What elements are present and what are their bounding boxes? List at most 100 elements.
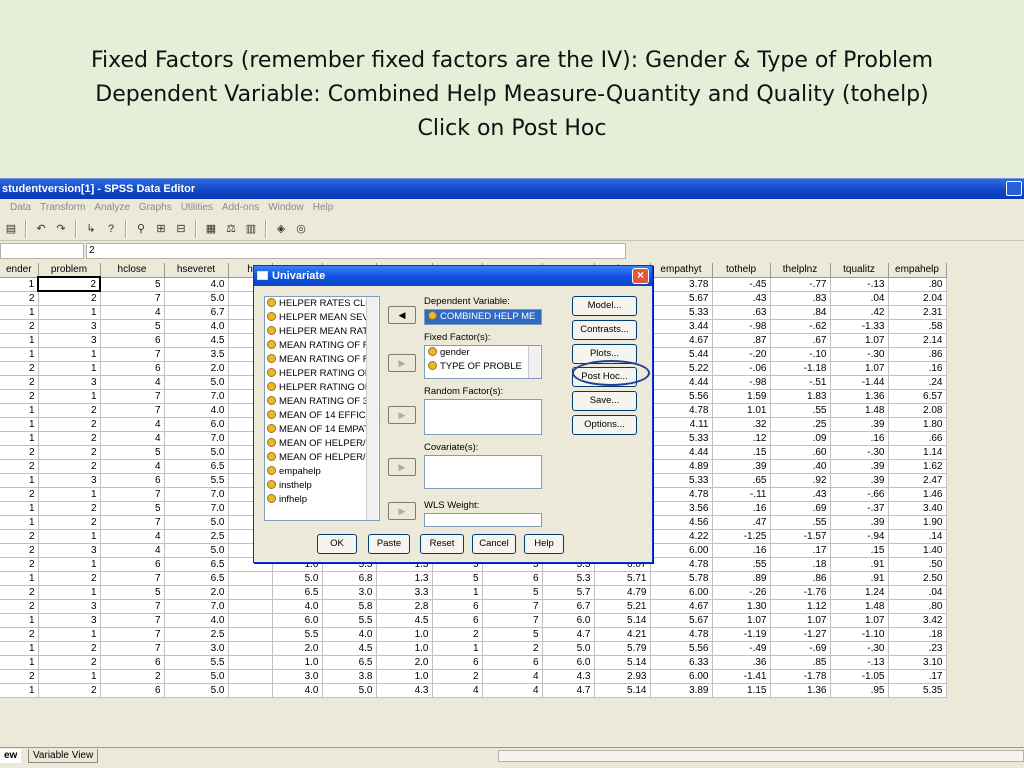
data-cell[interactable]: -.77 (770, 277, 831, 292)
data-cell[interactable]: 2.0 (164, 585, 229, 600)
data-cell[interactable]: -.30 (830, 347, 889, 362)
data-cell[interactable]: 6.7 (542, 599, 595, 614)
data-cell[interactable]: 4 (100, 543, 165, 558)
data-cell[interactable]: 1 (38, 389, 101, 404)
data-cell[interactable]: 5 (100, 585, 165, 600)
data-cell[interactable] (228, 571, 273, 586)
data-cell[interactable]: -.66 (830, 487, 889, 502)
data-cell[interactable]: 3.0 (322, 585, 377, 600)
data-cell[interactable]: 2 (100, 669, 165, 684)
data-cell[interactable]: 7.0 (164, 599, 229, 614)
data-cell[interactable]: 2.50 (888, 571, 947, 586)
find-icon[interactable]: ⚲ (132, 220, 150, 238)
data-cell[interactable] (228, 641, 273, 656)
fixed-factor-scrollbar[interactable] (528, 346, 540, 378)
data-cell[interactable]: 4.5 (376, 613, 433, 628)
move-to-fixed-button[interactable]: ▶ (388, 354, 416, 372)
data-cell[interactable]: 2.0 (272, 641, 323, 656)
data-cell[interactable]: -1.05 (830, 669, 889, 684)
data-cell[interactable]: .87 (712, 333, 771, 348)
data-cell[interactable]: .39 (830, 515, 889, 530)
column-header[interactable]: problem (38, 263, 101, 278)
data-cell[interactable]: .18 (770, 557, 831, 572)
data-cell[interactable]: 1.07 (770, 613, 831, 628)
data-cell[interactable]: 2 (432, 627, 483, 642)
data-cell[interactable]: .23 (888, 641, 947, 656)
data-cell[interactable]: 7 (482, 613, 543, 628)
column-header[interactable]: empahelp (888, 263, 947, 278)
data-cell[interactable]: -1.57 (770, 529, 831, 544)
data-cell[interactable]: 1.48 (830, 403, 889, 418)
data-cell[interactable]: 4.78 (650, 403, 713, 418)
fixed-factor-item[interactable]: gender (425, 346, 541, 360)
ok-button[interactable]: OK (317, 534, 357, 554)
data-cell[interactable]: .91 (830, 571, 889, 586)
data-cell[interactable]: 2 (0, 529, 39, 544)
data-cell[interactable]: .16 (712, 501, 771, 516)
tab-data-view[interactable]: ew (0, 749, 22, 763)
data-cell[interactable]: 2 (0, 585, 39, 600)
data-cell[interactable]: 4.67 (650, 599, 713, 614)
source-variable-item[interactable]: MEAN RATING OF FC (265, 339, 379, 353)
data-cell[interactable]: 5.0 (164, 683, 229, 698)
menu-item-analyze[interactable]: Analyze (94, 202, 130, 213)
tab-variable-view[interactable]: Variable View (28, 749, 99, 763)
variables-icon[interactable]: ? (102, 220, 120, 238)
data-cell[interactable]: 6.5 (272, 585, 323, 600)
data-cell[interactable]: -1.10 (830, 627, 889, 642)
data-cell[interactable]: .60 (770, 445, 831, 460)
data-cell[interactable]: 5.0 (164, 543, 229, 558)
data-cell[interactable]: -.26 (712, 585, 771, 600)
data-cell[interactable]: -1.33 (830, 319, 889, 334)
data-cell[interactable]: .24 (888, 375, 947, 390)
data-cell[interactable]: .39 (830, 459, 889, 474)
data-cell[interactable]: .40 (770, 459, 831, 474)
data-cell[interactable]: 3 (38, 543, 101, 558)
data-cell[interactable]: 5.0 (322, 683, 377, 698)
data-cell[interactable]: .32 (712, 417, 771, 432)
data-cell[interactable]: 4.0 (272, 599, 323, 614)
data-cell[interactable]: 3.0 (272, 669, 323, 684)
data-cell[interactable]: 3 (38, 333, 101, 348)
goto-chart-icon[interactable]: ↳ (82, 220, 100, 238)
data-cell[interactable]: 6 (482, 571, 543, 586)
menu-item-window[interactable]: Window (268, 202, 304, 213)
data-cell[interactable]: .36 (712, 655, 771, 670)
data-cell[interactable]: 3 (38, 473, 101, 488)
data-cell[interactable]: 6.00 (650, 585, 713, 600)
data-cell[interactable]: 4 (100, 417, 165, 432)
data-cell[interactable]: 1 (0, 571, 39, 586)
data-cell[interactable]: 4 (100, 431, 165, 446)
data-cell[interactable]: 4.67 (650, 333, 713, 348)
data-cell[interactable]: 6.57 (888, 389, 947, 404)
data-cell[interactable]: 2.0 (164, 361, 229, 376)
data-cell[interactable]: 1 (0, 655, 39, 670)
random-factor-box[interactable] (424, 399, 542, 435)
data-cell[interactable]: 6.33 (650, 655, 713, 670)
column-header[interactable]: hclose (100, 263, 165, 278)
data-cell[interactable]: 6.00 (650, 669, 713, 684)
data-cell[interactable]: 7 (100, 389, 165, 404)
data-cell[interactable]: -.51 (770, 375, 831, 390)
data-cell[interactable]: 7 (100, 487, 165, 502)
data-cell[interactable]: 1.07 (830, 613, 889, 628)
data-cell[interactable]: .83 (770, 291, 831, 306)
options-button[interactable]: Options... (572, 415, 637, 435)
covariate-box[interactable] (424, 455, 542, 489)
data-cell[interactable]: 5.0 (164, 669, 229, 684)
split-file-icon[interactable]: ▦ (202, 220, 220, 238)
data-cell[interactable]: 5 (100, 501, 165, 516)
column-header[interactable]: tothelp (712, 263, 771, 278)
data-cell[interactable]: .12 (712, 431, 771, 446)
data-cell[interactable]: 4.0 (322, 627, 377, 642)
data-cell[interactable]: 5.8 (322, 599, 377, 614)
column-header[interactable]: tqualitz (830, 263, 889, 278)
data-cell[interactable]: 3.5 (164, 347, 229, 362)
data-cell[interactable]: 1.07 (712, 613, 771, 628)
menu-item-data[interactable]: Data (10, 202, 31, 213)
data-cell[interactable]: 1.0 (376, 627, 433, 642)
data-cell[interactable]: 1.40 (888, 543, 947, 558)
data-cell[interactable] (228, 669, 273, 684)
source-variable-list[interactable]: HELPER RATES CLO HELPER MEAN SEVE HELPER M… (264, 296, 380, 521)
source-variable-item[interactable]: infhelp (265, 493, 379, 507)
